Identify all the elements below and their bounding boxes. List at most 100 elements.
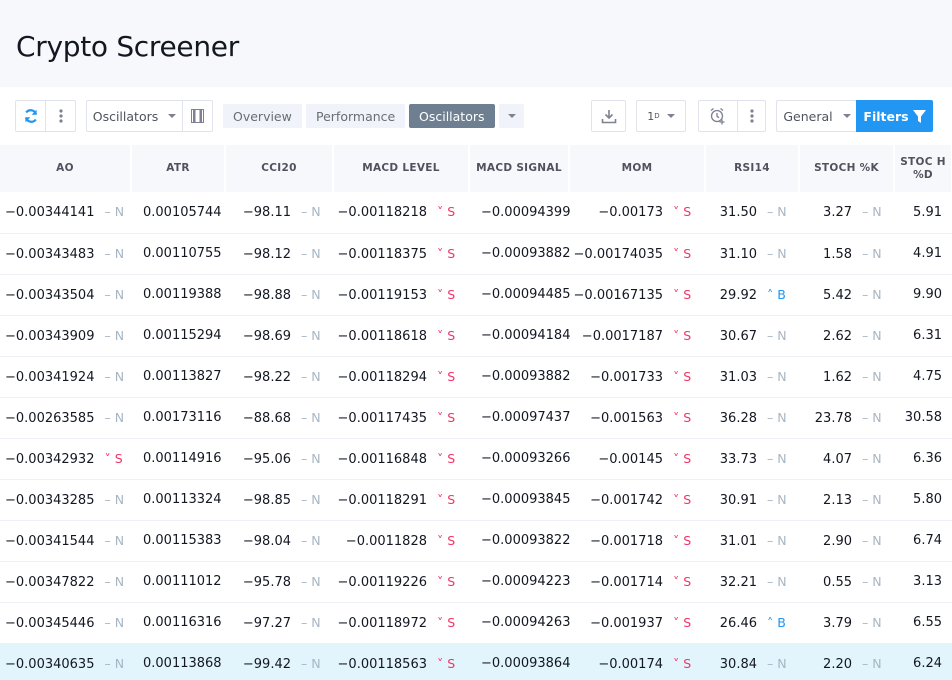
rating-badge: – N [301, 451, 323, 466]
cell-rsi14: 26.46 ˄ B [705, 602, 799, 644]
tab-oscillators[interactable]: Oscillators [409, 104, 495, 128]
cell-value: 0.00110755 [143, 246, 222, 261]
filter-set-dropdown[interactable]: General [777, 101, 857, 131]
table-row[interactable]: −0.00345446– N 0.00116316 −97.27– N −0.001189… [0, 602, 952, 644]
sell-chevron-icon: ˅ [437, 409, 444, 425]
filters-button[interactable]: Filters [856, 100, 933, 132]
cell-value: 2.20 [823, 656, 852, 672]
sell-chevron-icon: ˅ [437, 655, 444, 671]
column-header-mom[interactable]: MOM [569, 145, 706, 192]
cell-value: 1.58 [823, 246, 852, 262]
rating-label: N [311, 409, 321, 425]
table-row[interactable]: −0.00263585– N 0.00173116 −88.68– N −0.001174… [0, 397, 952, 439]
cell-value: −0.00094223 [481, 574, 571, 589]
cell-stoch-d: 6.55 [894, 602, 952, 644]
cell-value: −98.88 [242, 287, 291, 303]
buy-chevron-icon: ˄ [767, 286, 774, 302]
rating-badge: ˅ S [437, 533, 459, 548]
cell-mom: −0.001563 ˅ S [569, 397, 705, 439]
cell-value: −98.69 [242, 328, 291, 344]
tab-performance[interactable]: Performance [306, 104, 406, 128]
table-row[interactable]: −0.00342932 ˅ S 0.00114916 −95.06– N −0.001168… [0, 438, 952, 480]
rating-label: S [447, 204, 456, 220]
column-header-macd-signal[interactable]: MACD SIGNAL [469, 145, 570, 192]
cell-macd-level: −0.00116848 ˅ S [333, 438, 469, 480]
rating-label: N [311, 368, 321, 384]
export-button[interactable] [592, 101, 625, 131]
rating-label: N [777, 532, 787, 548]
rating-badge: – N [301, 574, 323, 589]
neutral-dash-icon: – [767, 368, 774, 384]
page-header: Crypto Screener [0, 0, 952, 87]
rating-badge: – N [862, 410, 884, 425]
cell-value: 31.10 [719, 246, 757, 262]
cell-value: −0.00094184 [481, 328, 571, 343]
column-header-atr[interactable]: ATR [131, 145, 226, 192]
rating-badge: ˅ S [673, 451, 695, 466]
alert-more-button[interactable] [737, 101, 765, 131]
cell-value: 6.31 [913, 328, 942, 343]
cell-value: −98.85 [242, 492, 291, 508]
table-row[interactable]: −0.00343483– N 0.00110755 −98.12– N −0.001183… [0, 233, 952, 275]
cell-stoch-k: 5.42– N [799, 274, 894, 316]
cell-stoch-d: 5.91 [894, 192, 952, 234]
toolbar: Oscillators Overview Performance Oscilla… [0, 87, 952, 145]
columns-button[interactable] [182, 101, 212, 131]
tabs-more-button[interactable] [499, 104, 524, 128]
rating-badge: – N [767, 656, 789, 671]
table-row[interactable]: −0.00341924– N 0.00113827 −98.22– N −0.001182… [0, 356, 952, 398]
cell-stoch-k: 3.27– N [799, 192, 894, 234]
cell-stoch-d: 6.31 [894, 315, 952, 357]
sell-chevron-icon: ˅ [437, 368, 444, 384]
rating-badge: ˅ S [437, 204, 459, 219]
column-header-rsi14[interactable]: RSI14 [705, 145, 800, 192]
table-row[interactable]: −0.00344141– N 0.00105744 −98.11– N −0.001182… [0, 192, 952, 234]
refresh-button[interactable] [16, 101, 45, 131]
interval-value: 1 [647, 109, 655, 123]
rating-label: N [311, 532, 321, 548]
cell-mom: −0.00167135 ˅ S [569, 274, 705, 316]
table-row[interactable]: −0.00343285– N 0.00113324 −98.85– N −0.001182… [0, 479, 952, 521]
column-set-dropdown[interactable]: Oscillators [87, 101, 182, 131]
column-header-stoch-k[interactable]: STOCH %K [799, 145, 895, 192]
table-row[interactable]: −0.00341544– N 0.00115383 −98.04– N −0.001182… [0, 520, 952, 562]
rating-label: N [777, 450, 787, 466]
table-row[interactable]: −0.00343909– N 0.00115294 −98.69– N −0.001186… [0, 315, 952, 357]
cell-atr: 0.00110755 [131, 233, 225, 275]
neutral-dash-icon: – [104, 327, 111, 343]
rating-badge: ˅ S [437, 451, 459, 466]
cell-value: 3.27 [823, 205, 852, 221]
cell-atr: 0.00113868 [131, 643, 225, 680]
table-row[interactable]: −0.00347822– N 0.00111012 −95.78– N −0.001192… [0, 561, 952, 603]
table-row[interactable]: −0.00343504– N 0.00119388 −98.88– N −0.001191… [0, 274, 952, 316]
column-header-macd-level[interactable]: MACD LEVEL [333, 145, 470, 192]
tab-overview[interactable]: Overview [223, 104, 302, 128]
cell-stoch-d: 3.13 [894, 561, 952, 603]
column-header-stoch-d[interactable]: STOC H %D [894, 145, 952, 192]
interval-dropdown[interactable]: 1D [637, 101, 685, 131]
add-alert-button[interactable] [699, 101, 737, 131]
neutral-dash-icon: – [767, 491, 774, 507]
cell-mom: −0.00145 ˅ S [569, 438, 705, 480]
column-header-cci20[interactable]: CCI20 [225, 145, 334, 192]
rating-badge: – N [767, 204, 789, 219]
sell-chevron-icon: ˅ [437, 327, 444, 343]
cell-macd-signal: −0.00094399 [469, 192, 570, 234]
rating-label: S [683, 532, 692, 548]
cell-ao: −0.00343909– N [0, 315, 131, 357]
more-button[interactable] [45, 101, 75, 131]
cell-value: −0.00118218 [337, 205, 427, 221]
cell-value: 23.78 [814, 410, 852, 426]
cell-macd-level: −0.00118618 ˅ S [333, 315, 469, 357]
rating-badge: ˅ S [437, 246, 459, 261]
neutral-dash-icon: – [104, 614, 111, 630]
rating-badge: – N [301, 369, 323, 384]
cell-value: −0.00341544 [5, 533, 95, 549]
cell-stoch-k: 2.62– N [799, 315, 894, 357]
cell-value: 1.62 [823, 369, 852, 385]
column-header-ao[interactable]: AO [0, 145, 132, 192]
table-row[interactable]: −0.00340635– N 0.00113868 −99.42– N −0.001185… [0, 643, 952, 680]
cell-stoch-d: 5.80 [894, 479, 952, 521]
cell-stoch-d: 6.24 [894, 643, 952, 680]
rating-label: N [114, 532, 125, 548]
